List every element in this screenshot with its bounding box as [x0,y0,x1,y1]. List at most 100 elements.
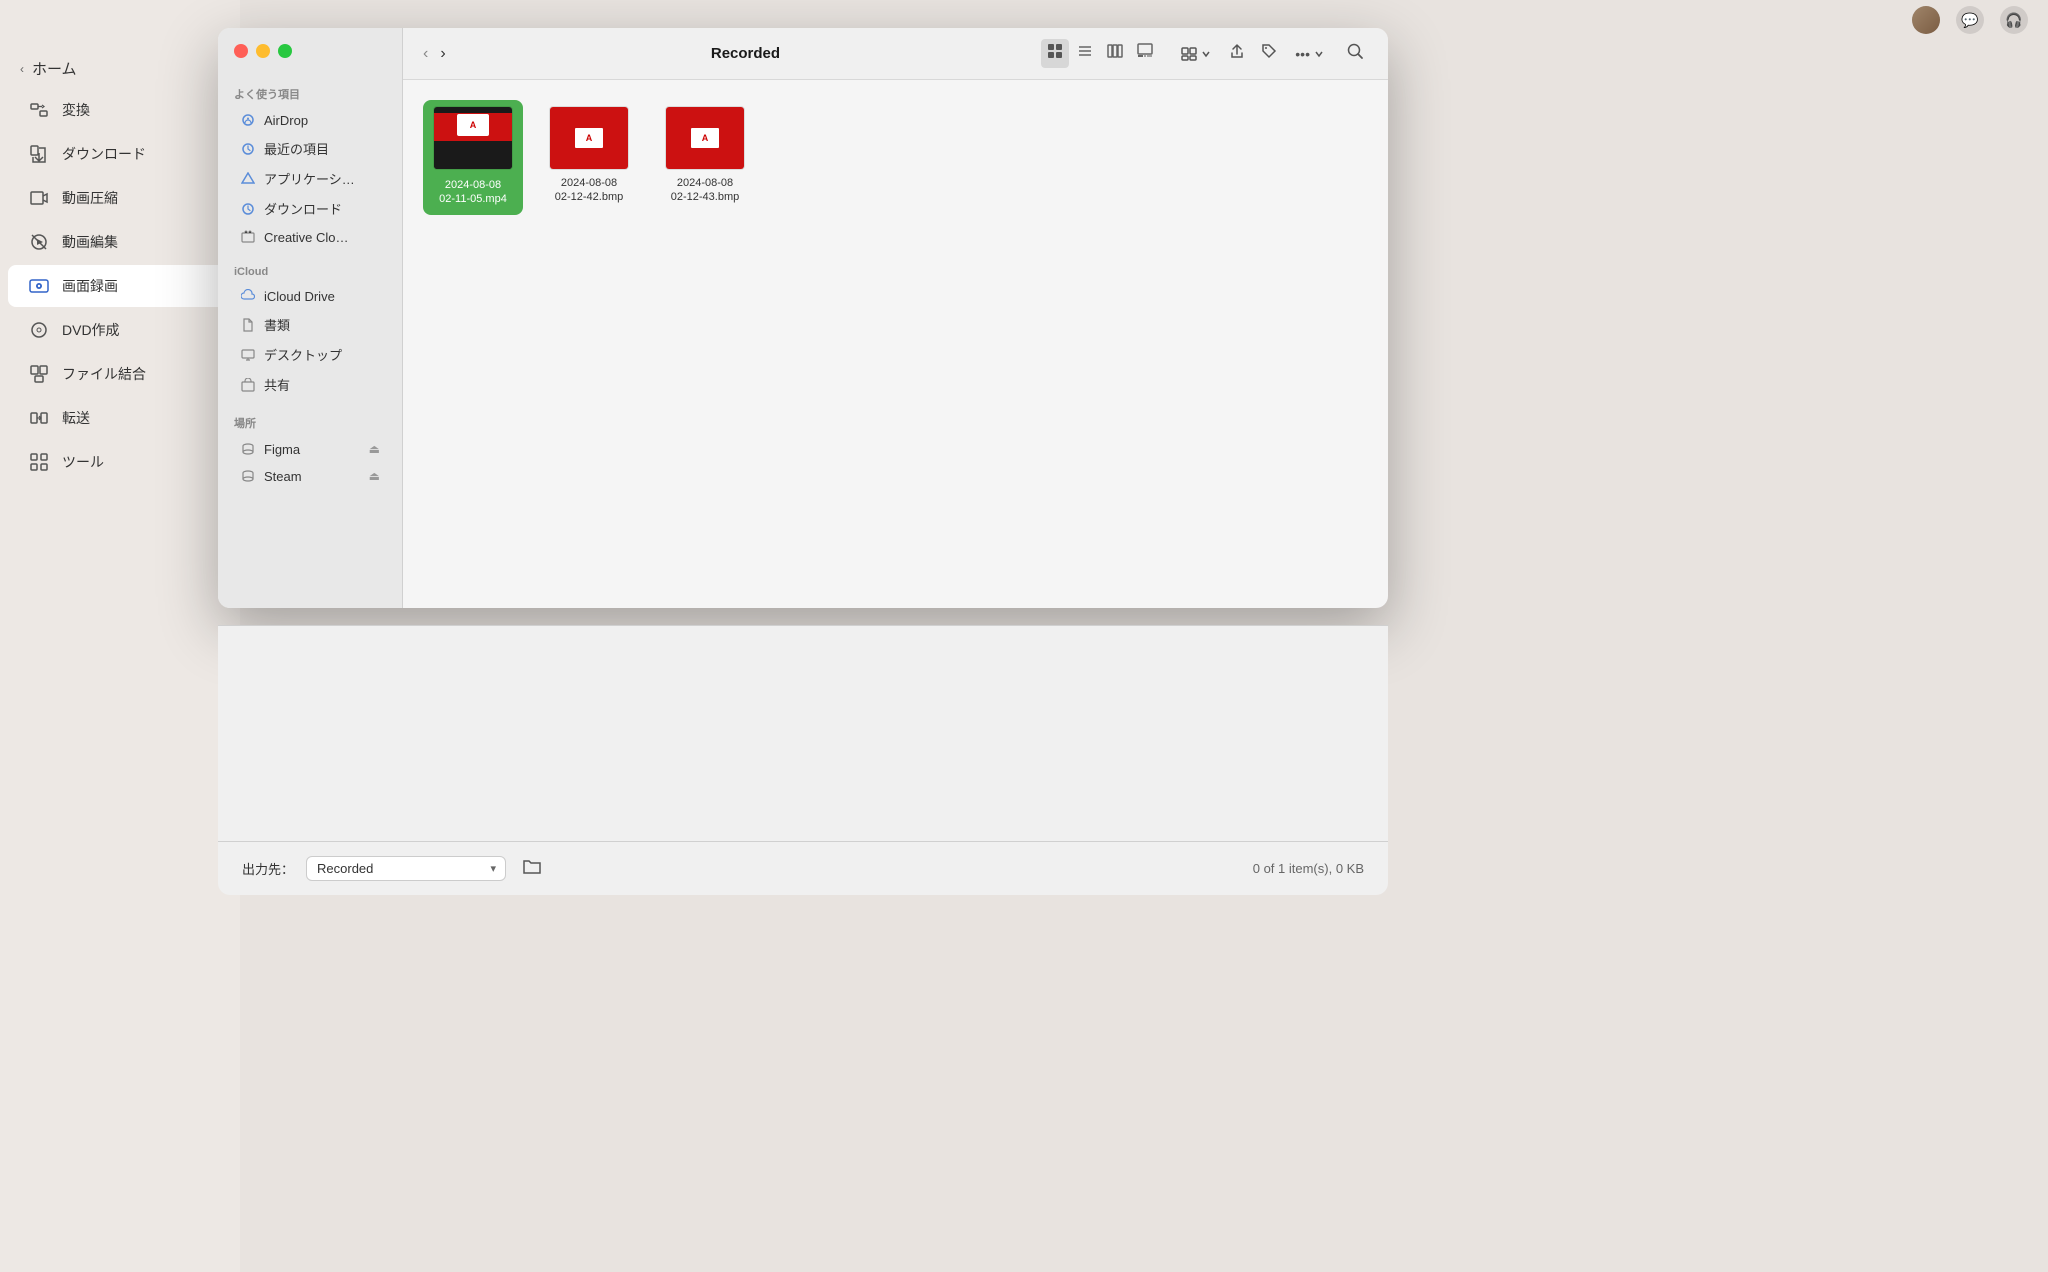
nav-arrows: ‹ › [419,43,450,65]
avatar[interactable] [1912,6,1940,34]
sidebar-item-transfer[interactable]: 転送 [8,397,232,439]
sidebar-item-download[interactable]: ダウンロード [8,133,232,175]
dvd-label: DVD作成 [62,320,120,340]
favorites-label: よく使う項目 [218,78,402,106]
search-button[interactable] [1338,38,1372,69]
sidebar-item-file-merge[interactable]: ファイル結合 [8,353,232,395]
desktop-icon [240,347,256,363]
steam-label: Steam [264,469,302,484]
list-view-button[interactable] [1071,39,1099,68]
dvd-icon [28,319,50,341]
tools-icon [28,451,50,473]
screen-record-icon [28,275,50,297]
download-label: ダウンロード [62,144,146,164]
file-name-mp4: 2024-08-0802-11-05.mp4 [435,176,511,209]
folder-title: Recorded [470,45,1022,62]
sidebar-item-documents[interactable]: 書類 [224,310,396,339]
documents-icon [240,317,256,333]
sidebar-item-airdrop[interactable]: AirDrop [224,107,396,133]
file-merge-icon [28,363,50,385]
download-icon [28,143,50,165]
home-label: ホーム [32,58,77,79]
file-item-bmp1[interactable]: A 2024-08-0802-12-42.bmp [539,100,639,215]
sidebar-item-creative-cloud[interactable]: Creative Clo… [224,224,396,250]
sidebar-item-desktop[interactable]: デスクトップ [224,340,396,369]
item-count: 0 of 1 item(s), 0 KB [1253,861,1364,876]
sidebar-item-video-compress[interactable]: 動画圧縮 [8,177,232,219]
video-edit-label: 動画編集 [62,232,118,252]
chat-icon[interactable]: 💬 [1956,6,1984,34]
finder-window: よく使う項目 AirDrop 最近の項目 アプリケーシ… ダウンロード [218,28,1388,608]
icloud-drive-label: iCloud Drive [264,289,335,304]
output-bar: 出力先： Recorded ▾ 0 of 1 item(s), 0 KB [218,841,1388,895]
screen-record-label: 画面録画 [62,276,118,296]
icon-view-button[interactable] [1041,39,1069,68]
finder-content: A 2024-08-0802-11-05.mp4 A 2024-08-0802-… [403,80,1388,608]
sidebar-item-steam[interactable]: Steam ⏏ [224,463,396,489]
close-button[interactable] [234,44,248,58]
output-select[interactable]: Recorded [306,856,506,881]
file-item-mp4[interactable]: A 2024-08-0802-11-05.mp4 [423,100,523,215]
shared-label: 共有 [264,375,290,394]
video-edit-icon [28,231,50,253]
finder-toolbar: ‹ › Recorded [403,28,1388,80]
icloud-drive-icon [240,288,256,304]
gallery-view-button[interactable] [1131,39,1159,68]
applications-label: アプリケーシ… [264,169,355,188]
sidebar-item-screen-record[interactable]: 画面録画 [8,265,232,307]
sidebar-item-recent[interactable]: 最近の項目 [224,134,396,163]
output-label: 出力先： [242,859,294,878]
view-controls [1041,39,1159,68]
sidebar-item-dvd[interactable]: DVD作成 [8,309,232,351]
downloads-icon [240,201,256,217]
tag-button[interactable] [1257,39,1281,68]
headset-icon[interactable]: 🎧 [2000,6,2028,34]
downloads-label: ダウンロード [264,199,342,218]
finder-sidebar: よく使う項目 AirDrop 最近の項目 アプリケーシ… ダウンロード [218,28,403,608]
sidebar-item-shared[interactable]: 共有 [224,370,396,399]
recent-label: 最近の項目 [264,139,329,158]
recent-icon [240,141,256,157]
icloud-label: iCloud [218,258,402,282]
figma-label: Figma [264,442,300,457]
convert-label: 変換 [62,100,90,120]
file-item-bmp2[interactable]: A 2024-08-0802-12-43.bmp [655,100,755,215]
applications-icon [240,171,256,187]
bottom-panel: 出力先： Recorded ▾ 0 of 1 item(s), 0 KB [218,625,1388,895]
back-button[interactable]: ‹ [419,43,432,65]
video-compress-label: 動画圧縮 [62,188,118,208]
traffic-lights [234,44,292,58]
file-thumb-bmp2: A [665,106,745,170]
maximize-button[interactable] [278,44,292,58]
desktop-label: デスクトップ [264,345,342,364]
toolbar-actions: ••• [1175,38,1372,69]
sidebar-item-video-edit[interactable]: 動画編集 [8,221,232,263]
sidebar-item-applications[interactable]: アプリケーシ… [224,164,396,193]
sidebar-item-downloads[interactable]: ダウンロード [224,194,396,223]
file-thumb-mp4: A [433,106,513,170]
steam-eject-icon[interactable]: ⏏ [369,469,380,483]
more-button[interactable]: ••• [1289,42,1330,66]
locations-label: 場所 [218,407,402,435]
figma-eject-icon[interactable]: ⏏ [369,442,380,456]
airdrop-icon [240,112,256,128]
airdrop-label: AirDrop [264,113,308,128]
sidebar-item-convert[interactable]: 変換 [8,89,232,131]
open-folder-button[interactable] [522,856,542,881]
forward-button[interactable]: › [436,43,449,65]
sidebar-item-tools[interactable]: ツール [8,441,232,483]
sidebar-item-icloud-drive[interactable]: iCloud Drive [224,283,396,309]
video-compress-icon [28,187,50,209]
convert-icon [28,99,50,121]
group-button[interactable] [1175,42,1217,66]
shared-icon [240,377,256,393]
app-sidebar: ‹ ホーム 変換 ダウンロード 動画圧縮 動画編集 画面録画 [0,0,240,1272]
tools-label: ツール [62,452,104,472]
minimize-button[interactable] [256,44,270,58]
sidebar-item-figma[interactable]: Figma ⏏ [224,436,396,462]
column-view-button[interactable] [1101,39,1129,68]
share-button[interactable] [1225,39,1249,68]
output-select-wrapper: Recorded ▾ [306,856,506,881]
documents-label: 書類 [264,315,290,334]
home-button[interactable]: ‹ ホーム [0,50,240,87]
